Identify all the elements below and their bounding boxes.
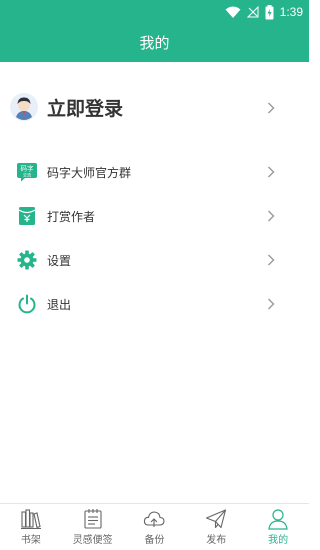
wifi-icon [225,6,241,18]
bottom-tab-bar: 书架 灵感便签 备份 发布 我的 [0,503,309,550]
login-label: 立即登录 [47,98,124,120]
tab-label: 灵感便签 [72,535,113,546]
tab-label: 我的 [268,535,289,546]
menu-label: 打赏作者 [47,210,96,224]
status-time: 1:39 [279,5,303,19]
notepad-icon [84,509,102,529]
avatar-icon [10,93,38,121]
menu-label: 码字大师官方群 [47,166,132,180]
chevron-right-icon [268,166,275,178]
signal-icon [246,6,259,18]
menu-label: 退出 [47,298,72,312]
menu-item-settings[interactable]: 设置 [0,242,309,278]
chevron-right-icon [268,210,275,222]
bookshelf-icon [20,509,41,530]
gear-icon [17,250,37,270]
red-envelope-icon [18,207,36,225]
menu-label: 设置 [47,254,72,268]
svg-text:码字: 码字 [21,164,35,173]
tab-mine[interactable]: 我的 [247,504,309,550]
chevron-right-icon [268,254,275,266]
tab-label: 发布 [206,535,227,546]
tab-notes[interactable]: 灵感便签 [62,504,124,550]
person-icon [268,509,288,530]
tab-label: 备份 [144,535,165,546]
status-bar: 1:39 [0,0,309,24]
chevron-right-icon [268,102,275,114]
power-icon [18,294,36,314]
tab-publish[interactable]: 发布 [185,504,247,550]
cloud-icon [144,511,166,527]
tab-bookshelf[interactable]: 书架 [0,504,62,550]
paper-plane-icon [206,509,227,529]
profile-content: 立即登录 码字 交流 码字大师官方群 打赏作者 设置 退出 [0,62,309,474]
app-header: 我的 [0,24,309,62]
tab-backup[interactable]: 备份 [124,504,186,550]
tab-label: 书架 [20,535,41,546]
chevron-right-icon [268,298,275,310]
status-icons: 1:39 [225,3,303,21]
menu-item-official-group[interactable]: 码字 交流 码字大师官方群 [0,154,309,190]
page-title: 我的 [139,34,170,52]
battery-charging-icon [265,4,274,19]
menu-item-logout[interactable]: 退出 [0,286,309,322]
qq-group-icon: 码字 交流 [17,163,37,182]
login-row[interactable]: 立即登录 [0,90,309,126]
svg-text:交流: 交流 [23,172,31,178]
menu-item-tip-author[interactable]: 打赏作者 [0,198,309,234]
